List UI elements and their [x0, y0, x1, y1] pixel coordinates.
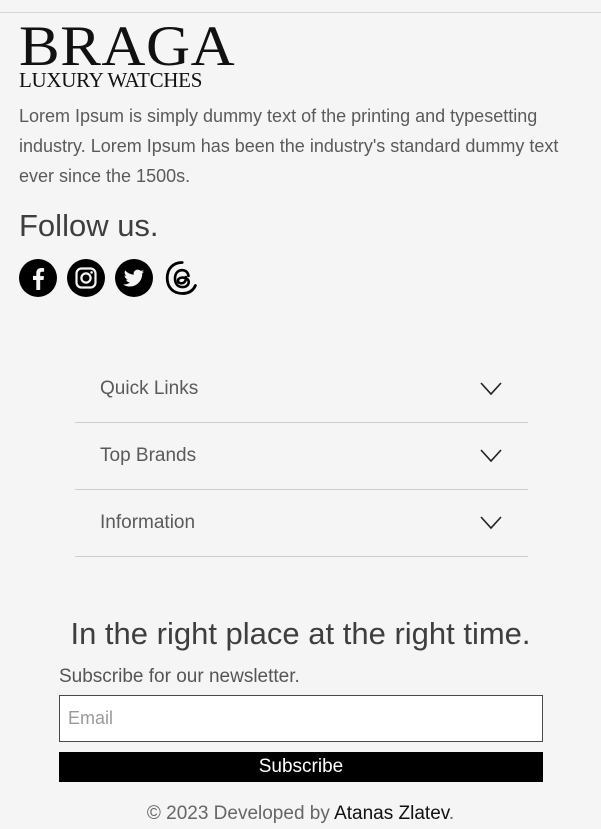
brand-logo[interactable]: BRAGA LUXURY WATCHES: [19, 18, 235, 91]
accordion-top-brands[interactable]: Top Brands: [75, 423, 528, 490]
brand-name: BRAGA: [19, 15, 236, 78]
top-divider: [0, 12, 601, 13]
accordion-label: Quick Links: [100, 378, 199, 399]
footer-prefix: © 2023 Developed by: [146, 803, 335, 824]
instagram-icon[interactable]: [67, 259, 105, 297]
chevron-down-icon: [480, 449, 502, 463]
newsletter-label: Subscribe for our newsletter.: [59, 666, 300, 687]
facebook-icon[interactable]: [19, 259, 57, 297]
accordion-label: Information: [100, 512, 196, 533]
developer-link[interactable]: Atanas Zlatev: [334, 803, 449, 824]
social-links: [19, 259, 201, 297]
footer-accordion: Quick Links Top Brands Information: [75, 356, 528, 557]
newsletter-tagline: In the right place at the right time.: [70, 616, 531, 651]
twitter-icon[interactable]: [115, 259, 153, 297]
follow-heading: Follow us.: [19, 208, 159, 243]
chevron-down-icon: [480, 382, 502, 396]
subscribe-button[interactable]: Subscribe: [59, 752, 543, 782]
email-input[interactable]: [59, 695, 543, 742]
chevron-down-icon: [480, 516, 502, 530]
accordion-information[interactable]: Information: [75, 490, 528, 557]
threads-icon[interactable]: [163, 259, 201, 297]
about-text: Lorem Ipsum is simply dummy text of the …: [19, 106, 559, 186]
footer-credit: © 2023 Developed by Atanas Zlatev.: [0, 803, 601, 825]
accordion-label: Top Brands: [100, 445, 197, 466]
accordion-quick-links[interactable]: Quick Links: [75, 356, 528, 423]
footer-suffix: .: [448, 803, 455, 824]
